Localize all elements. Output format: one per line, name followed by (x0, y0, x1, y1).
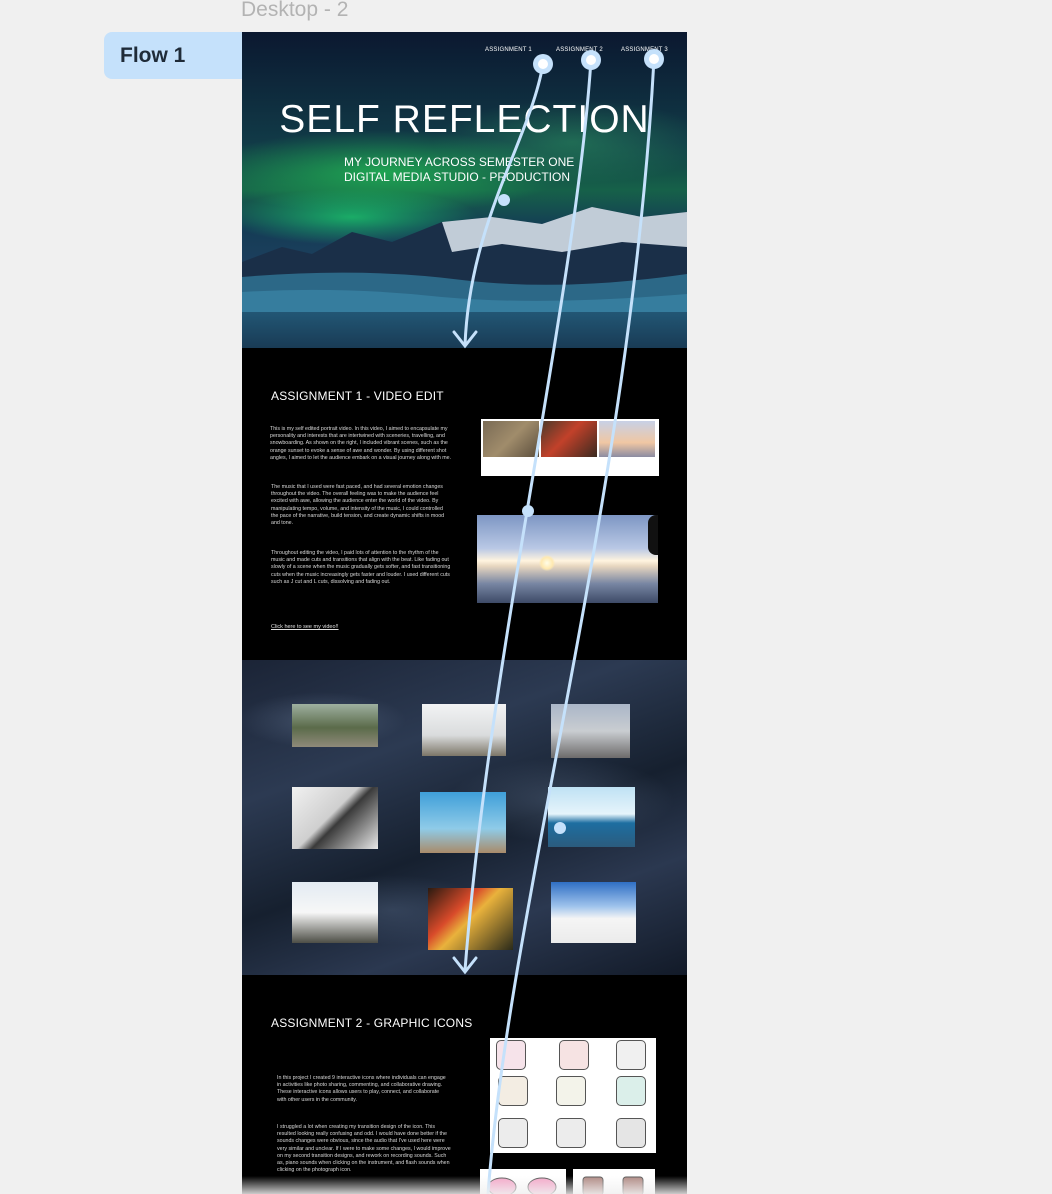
gallery-photo-8 (428, 888, 513, 950)
flow-chip[interactable]: Flow 1 (104, 32, 332, 79)
flow-label: Flow 1 (120, 43, 186, 67)
sunset-image (477, 515, 658, 603)
photo-frame-icon (556, 1118, 586, 1148)
assignment-2-paragraph-2: I struggled a lot when creating my trans… (277, 1124, 451, 1174)
camera-icon (498, 1118, 528, 1148)
gallery-photo-7 (292, 882, 378, 943)
bell-icon (616, 1076, 646, 1106)
microphone-icon (616, 1040, 646, 1070)
desktop-frame: ASSIGNMENT 1 ASSIGNMENT 2 ASSIGNMENT 3 S… (242, 32, 687, 1194)
gallery-photo-4 (292, 787, 378, 849)
hero-subtitle-line-1: MY JOURNEY ACROSS SEMESTER ONE (344, 155, 575, 169)
photo-gallery-section (242, 660, 687, 975)
assignment-1-paragraph-2: The music that I used were fast paced, a… (271, 484, 445, 527)
headphones-icon (496, 1040, 526, 1070)
nav-assignment-1[interactable]: ASSIGNMENT 1 (485, 47, 532, 53)
assignment-2-title: ASSIGNMENT 2 - GRAPHIC ICONS (271, 1016, 473, 1030)
icon-grid-image (490, 1038, 656, 1153)
assignment-1-paragraph-3: Throughout editing the video, I paid lot… (271, 550, 451, 585)
image-icon (556, 1076, 586, 1106)
nav-assignment-2[interactable]: ASSIGNMENT 2 (556, 47, 603, 53)
palette-icon (498, 1076, 528, 1106)
assignment-2-paragraph-1: In this project I created 9 interactive … (277, 1075, 446, 1103)
film-icon (616, 1118, 646, 1148)
nav-assignment-3[interactable]: ASSIGNMENT 3 (621, 47, 668, 53)
hero-section: ASSIGNMENT 1 ASSIGNMENT 2 ASSIGNMENT 3 S… (242, 32, 687, 348)
gallery-photo-6 (548, 787, 635, 847)
piano-icon (559, 1040, 589, 1070)
frame-label[interactable]: Desktop - 2 (241, 0, 348, 22)
video-link[interactable]: Click here to see my video!! (271, 624, 339, 630)
hero-subtitle: MY JOURNEY ACROSS SEMESTER ONE DIGITAL M… (344, 155, 574, 185)
hero-subtitle-line-2: DIGITAL MEDIA STUDIO - PRODUCTION (344, 170, 571, 184)
hero-title: SELF REFLECTION (279, 98, 650, 141)
storyboard-image (481, 419, 659, 476)
gallery-photo-2 (422, 704, 506, 756)
mountains-image (242, 207, 687, 312)
assignment-1-paragraph-1: This is my self edited portrait video. I… (270, 426, 452, 461)
assignment-1-title: ASSIGNMENT 1 - VIDEO EDIT (271, 389, 444, 403)
gallery-photo-1 (292, 704, 378, 747)
gallery-photo-9 (551, 882, 636, 943)
gallery-photo-5 (420, 792, 506, 853)
gallery-photo-3 (551, 704, 630, 758)
canvas-bottom-fade (0, 1176, 1052, 1194)
